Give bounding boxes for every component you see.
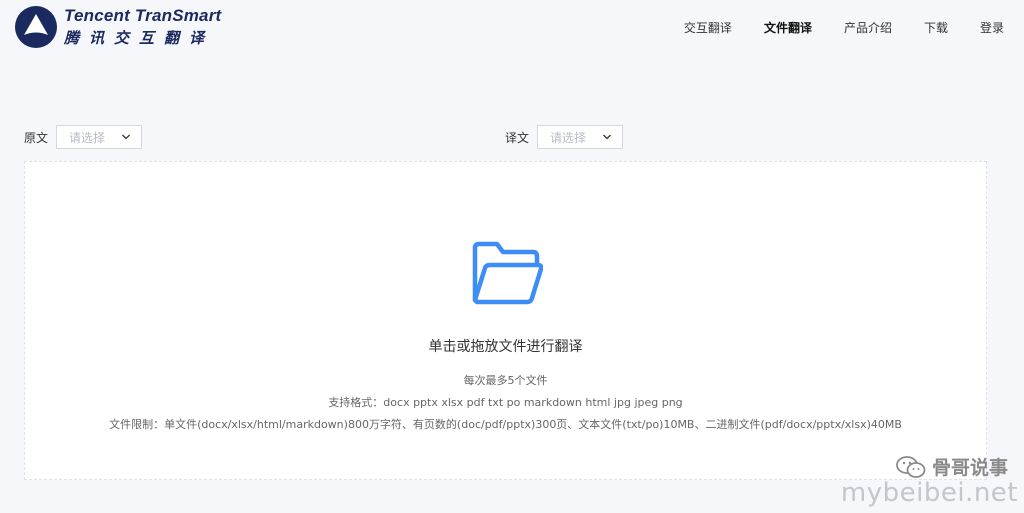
wechat-watermark-text: 骨哥说事: [931, 457, 1008, 479]
nav-download[interactable]: 下载: [924, 19, 948, 36]
source-language-select[interactable]: 请选择: [56, 125, 143, 149]
source-language-placeholder: 请选择: [69, 130, 106, 145]
target-language-row: 译文 请选择: [505, 125, 624, 149]
wechat-icon: [896, 455, 926, 478]
transmart-logo-icon[interactable]: [14, 5, 58, 49]
source-language-row: 原文 请选择: [24, 125, 143, 149]
target-language-placeholder: 请选择: [550, 130, 587, 145]
dropzone-formats: 支持格式：docx pptx xlsx pdf txt po markdown …: [328, 396, 683, 409]
wechat-watermark: 骨哥说事: [896, 453, 1008, 480]
nav-interactive-translation[interactable]: 交互翻译: [684, 19, 732, 36]
nav-login[interactable]: 登录: [980, 19, 1004, 36]
main-nav: 交互翻译 文件翻译 产品介绍 下载 登录: [652, 19, 1004, 36]
target-language-label: 译文: [505, 130, 530, 145]
target-language-select[interactable]: 请选择: [537, 125, 624, 149]
top-header: Tencent TranSmart 腾讯交互翻译 交互翻译 文件翻译 产品介绍 …: [0, 0, 1024, 54]
dropzone-limits: 文件限制：单文件(docx/xlsx/html/markdown)800万字符、…: [109, 418, 902, 431]
brand-name-en: Tencent TranSmart: [64, 6, 222, 25]
folder-icon: [472, 241, 543, 305]
source-language-label: 原文: [24, 130, 49, 145]
nav-file-translation[interactable]: 文件翻译: [764, 19, 812, 36]
brand-name-cn: 腾讯交互翻译: [64, 29, 215, 47]
dropzone-max-files: 每次最多5个文件: [463, 374, 548, 387]
chevron-down-icon: [603, 134, 611, 140]
chevron-down-icon: [122, 134, 130, 140]
nav-product-intro[interactable]: 产品介绍: [844, 19, 892, 36]
site-watermark: mybeibei.net: [840, 478, 1018, 508]
dropzone-title: 单击或拖放文件进行翻译: [428, 339, 583, 355]
file-dropzone[interactable]: 单击或拖放文件进行翻译 每次最多5个文件 支持格式：docx pptx xlsx…: [24, 161, 987, 480]
